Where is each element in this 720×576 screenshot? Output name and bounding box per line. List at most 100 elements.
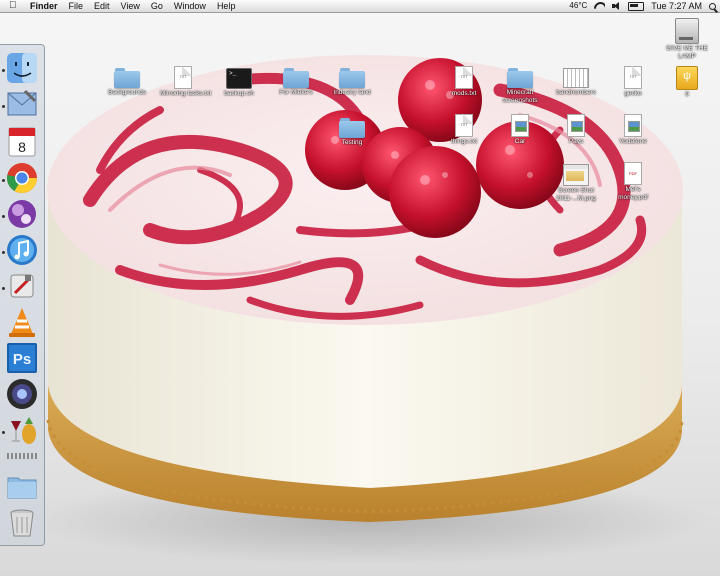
icon-label: Pays bbox=[568, 138, 584, 145]
mail-icon bbox=[7, 89, 37, 116]
dock-chrome[interactable] bbox=[5, 161, 39, 195]
dock-aperture[interactable] bbox=[5, 377, 39, 411]
desktop-icon-gecko[interactable]: TXT gecko bbox=[610, 66, 656, 98]
menu-window[interactable]: Window bbox=[174, 0, 206, 12]
desktop-icon-mods-txt[interactable]: TXT mods.txt bbox=[441, 66, 487, 98]
icon-label: 0 bbox=[685, 91, 689, 98]
dock: 8 Ps bbox=[0, 44, 45, 546]
spotlight-icon[interactable] bbox=[709, 2, 716, 10]
desktop-icon-industry-land[interactable]: Industry land bbox=[329, 68, 375, 97]
folder-icon bbox=[507, 68, 533, 88]
dock-vlc[interactable] bbox=[5, 305, 39, 339]
dock-purple-app[interactable] bbox=[5, 197, 39, 231]
purple-orb-icon bbox=[8, 200, 36, 228]
temperature-readout[interactable]: 46°C bbox=[569, 0, 587, 12]
desktop-icon-hard-drive[interactable]: GIVE ME THE LAMP bbox=[664, 18, 710, 60]
dock-trash[interactable] bbox=[5, 505, 39, 539]
running-indicator bbox=[2, 215, 5, 218]
dock-photoshop[interactable]: Ps bbox=[5, 341, 39, 375]
utility-icon bbox=[10, 274, 34, 298]
dock-separator bbox=[7, 453, 37, 459]
text-file-icon: TXT bbox=[624, 66, 642, 89]
folder-icon bbox=[339, 68, 365, 88]
aperture-icon bbox=[7, 379, 37, 409]
vlc-icon bbox=[9, 308, 35, 337]
icon-label: GIVE ME THE LAMP bbox=[666, 45, 708, 60]
wifi-icon[interactable] bbox=[594, 2, 605, 10]
menu-file[interactable]: File bbox=[69, 0, 84, 12]
icon-label: Minecraft screenshots bbox=[502, 89, 538, 104]
icon-label: Industry land bbox=[333, 89, 371, 96]
icon-label: Screen Shot 2011-...M.png bbox=[556, 187, 596, 202]
calendar-date: 8 bbox=[18, 139, 26, 155]
desktop-icon-backup-sh[interactable]: backup.sh bbox=[216, 68, 262, 98]
icon-label: mods.txt bbox=[451, 90, 477, 97]
chrome-icon bbox=[6, 163, 38, 194]
desktop-icon-vodafone[interactable]: Vodafone bbox=[610, 114, 656, 146]
desktop-icon-screen-shot[interactable]: Screen Shot 2011-...M.png bbox=[553, 164, 599, 202]
desktop-icon-minecraft-screenshots[interactable]: Minecraft screenshots bbox=[497, 68, 543, 104]
clock[interactable]: Tue 7:27 AM bbox=[651, 0, 702, 12]
desktop-icon-car[interactable]: Car bbox=[497, 114, 543, 146]
running-indicator bbox=[2, 69, 5, 72]
icon-label: For Mieke's bbox=[279, 89, 313, 96]
menu-help[interactable]: Help bbox=[217, 0, 236, 12]
icon-label: Car bbox=[514, 138, 526, 145]
desktop-icon-mirroring-tasks[interactable]: TXT Mirroring tasks.txt bbox=[160, 66, 212, 98]
dock-itunes[interactable] bbox=[5, 233, 39, 267]
icon-label: Vodafone bbox=[619, 138, 647, 145]
desktop-icon-usb-drive[interactable]: 0 bbox=[664, 66, 710, 99]
text-file-icon: TXT bbox=[455, 114, 473, 137]
status-area: 46°C Tue 7:27 AM bbox=[569, 0, 716, 12]
icon-label: backup.sh bbox=[224, 90, 254, 97]
desktop-icon-pays[interactable]: Pays bbox=[553, 114, 599, 146]
trash-icon bbox=[10, 509, 34, 537]
icon-label: Mirroring tasks.txt bbox=[160, 90, 212, 97]
image-file-icon bbox=[511, 114, 529, 137]
finder-icon bbox=[7, 53, 37, 83]
icon-label: Backgrounds bbox=[108, 89, 146, 96]
running-indicator bbox=[2, 251, 5, 254]
desktop-icon-testing[interactable]: Testing bbox=[329, 118, 375, 147]
running-indicator bbox=[2, 179, 5, 182]
photoshop-label: Ps bbox=[13, 351, 31, 368]
icon-label: Testing bbox=[341, 139, 363, 146]
folder-icon bbox=[114, 68, 140, 88]
dock-utility[interactable] bbox=[5, 269, 39, 303]
menu-finder[interactable]: Finder bbox=[30, 0, 58, 12]
menu-go[interactable]: Go bbox=[151, 0, 163, 12]
calendar-icon: 8 bbox=[8, 127, 36, 157]
dock-mail[interactable] bbox=[5, 87, 39, 121]
icon-label: bandnumbers bbox=[556, 89, 596, 96]
dock-wine[interactable] bbox=[5, 413, 39, 447]
desktop-icon-mels-money[interactable]: Mel's money.pdf bbox=[610, 162, 656, 201]
image-file-icon bbox=[624, 114, 642, 137]
image-file-icon bbox=[567, 114, 585, 137]
desktop-icon-bandnumbers[interactable]: bandnumbers bbox=[553, 68, 599, 97]
hard-drive-icon bbox=[675, 18, 699, 44]
screenshot-file-icon bbox=[563, 164, 589, 186]
desktop-icon-for-miekes[interactable]: For Mieke's bbox=[273, 68, 319, 97]
battery-icon[interactable] bbox=[628, 1, 645, 11]
folder-icon bbox=[339, 118, 365, 138]
wine-pineapple-icon bbox=[11, 417, 36, 444]
menu-edit[interactable]: Edit bbox=[94, 0, 110, 12]
folder-icon bbox=[7, 477, 37, 499]
dock-applications-folder[interactable] bbox=[5, 469, 39, 503]
usb-drive-icon bbox=[676, 66, 698, 90]
desktop-icon-backgrounds[interactable]: Backgrounds bbox=[104, 68, 150, 97]
apple-logo-icon[interactable]:  bbox=[9, 0, 21, 12]
dock-ical[interactable]: 8 bbox=[5, 125, 39, 159]
menu-bar:  Finder File Edit View Go Window Help 4… bbox=[0, 0, 720, 13]
running-indicator bbox=[2, 105, 5, 108]
icon-label: things.txt bbox=[450, 138, 477, 145]
running-indicator bbox=[2, 431, 5, 434]
dock-finder[interactable] bbox=[5, 51, 39, 85]
desktop-icon-things-txt[interactable]: TXT things.txt bbox=[441, 114, 487, 146]
photoshop-icon: Ps bbox=[7, 343, 37, 373]
text-file-icon: TXT bbox=[174, 66, 192, 89]
itunes-icon bbox=[7, 235, 37, 265]
terminal-icon bbox=[226, 68, 252, 89]
menu-view[interactable]: View bbox=[121, 0, 140, 12]
volume-icon[interactable] bbox=[612, 2, 621, 10]
